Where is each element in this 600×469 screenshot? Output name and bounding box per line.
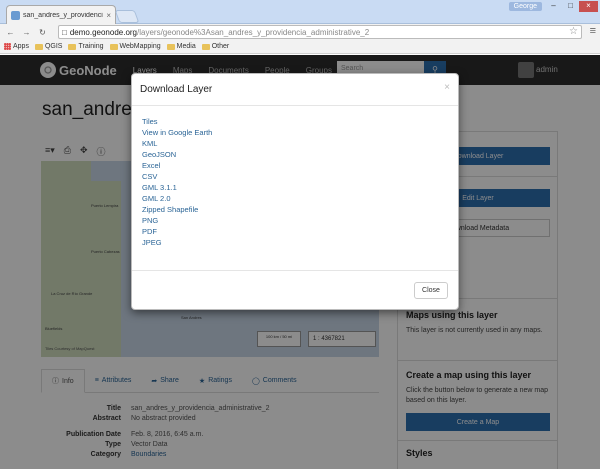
profile-button[interactable]: George: [508, 2, 542, 11]
tab-close-icon[interactable]: ×: [106, 11, 111, 20]
modal-body: Tiles View in Google Earth KML GeoJSON E…: [142, 116, 442, 248]
bookmark-webmapping[interactable]: WebMapping: [109, 43, 161, 50]
modal-title: Download Layer: [140, 84, 213, 95]
bookmark-training[interactable]: Training: [68, 43, 104, 50]
download-link-kml[interactable]: KML: [142, 138, 442, 149]
maximize-button[interactable]: □: [562, 1, 579, 12]
close-button[interactable]: Close: [414, 282, 448, 299]
download-link-jpeg[interactable]: JPEG: [142, 237, 442, 248]
reload-icon[interactable]: ↻: [36, 26, 49, 39]
modal-header: Download Layer ×: [132, 74, 458, 106]
folder-icon: [68, 43, 77, 50]
favicon-icon: [11, 10, 20, 20]
bookmarks-bar: Apps QGIS Training WebMapping Media Othe…: [0, 40, 600, 54]
download-link-shapefile[interactable]: Zipped Shapefile: [142, 204, 442, 215]
download-link-google-earth[interactable]: View in Google Earth: [142, 127, 442, 138]
download-layer-modal: Download Layer × Tiles View in Google Ea…: [131, 73, 459, 310]
download-link-gml-311[interactable]: GML 3.1.1: [142, 182, 442, 193]
new-tab-button[interactable]: [114, 10, 140, 23]
minimize-button[interactable]: –: [545, 1, 562, 12]
tab-title: san_andres_y_providencia: [23, 11, 104, 19]
window-close-button[interactable]: ×: [579, 1, 598, 12]
browser-toolbar: ← → ↻ □ demo.geonode.org/layers/geonode%…: [0, 24, 600, 40]
page-icon: □: [62, 27, 67, 37]
bookmark-star-icon[interactable]: ☆: [569, 26, 578, 37]
page: GeoNode Layers Maps Documents People Gro…: [0, 55, 600, 469]
folder-icon: [166, 43, 175, 50]
bookmark-qgis[interactable]: QGIS: [34, 43, 62, 50]
download-link-csv[interactable]: CSV: [142, 171, 442, 182]
folder-icon: [109, 43, 118, 50]
download-link-tiles[interactable]: Tiles: [142, 116, 442, 127]
bookmark-other[interactable]: Other: [201, 43, 229, 50]
folder-icon: [34, 43, 43, 50]
browser-tab[interactable]: san_andres_y_providencia ×: [6, 5, 116, 24]
download-link-excel[interactable]: Excel: [142, 160, 442, 171]
address-bar[interactable]: □ demo.geonode.org/layers/geonode%3Asan_…: [58, 25, 582, 39]
apps-icon: [4, 43, 11, 50]
menu-icon[interactable]: ≡: [590, 25, 596, 37]
browser-titlebar: san_andres_y_providencia × George – □ ×: [0, 0, 600, 24]
download-link-geojson[interactable]: GeoJSON: [142, 149, 442, 160]
folder-icon: [201, 43, 210, 50]
back-icon[interactable]: ←: [4, 26, 17, 39]
download-link-png[interactable]: PNG: [142, 215, 442, 226]
bookmark-media[interactable]: Media: [166, 43, 196, 50]
url-host: demo.geonode.org: [69, 27, 138, 37]
modal-footer: Close: [132, 270, 458, 311]
bookmark-apps[interactable]: Apps: [4, 43, 29, 50]
url-path: /layers/geonode%3Asan_andres_y_providenc…: [137, 27, 370, 37]
download-link-gml-20[interactable]: GML 2.0: [142, 193, 442, 204]
close-icon[interactable]: ×: [444, 82, 450, 93]
download-link-pdf[interactable]: PDF: [142, 226, 442, 237]
forward-icon[interactable]: →: [20, 26, 33, 39]
